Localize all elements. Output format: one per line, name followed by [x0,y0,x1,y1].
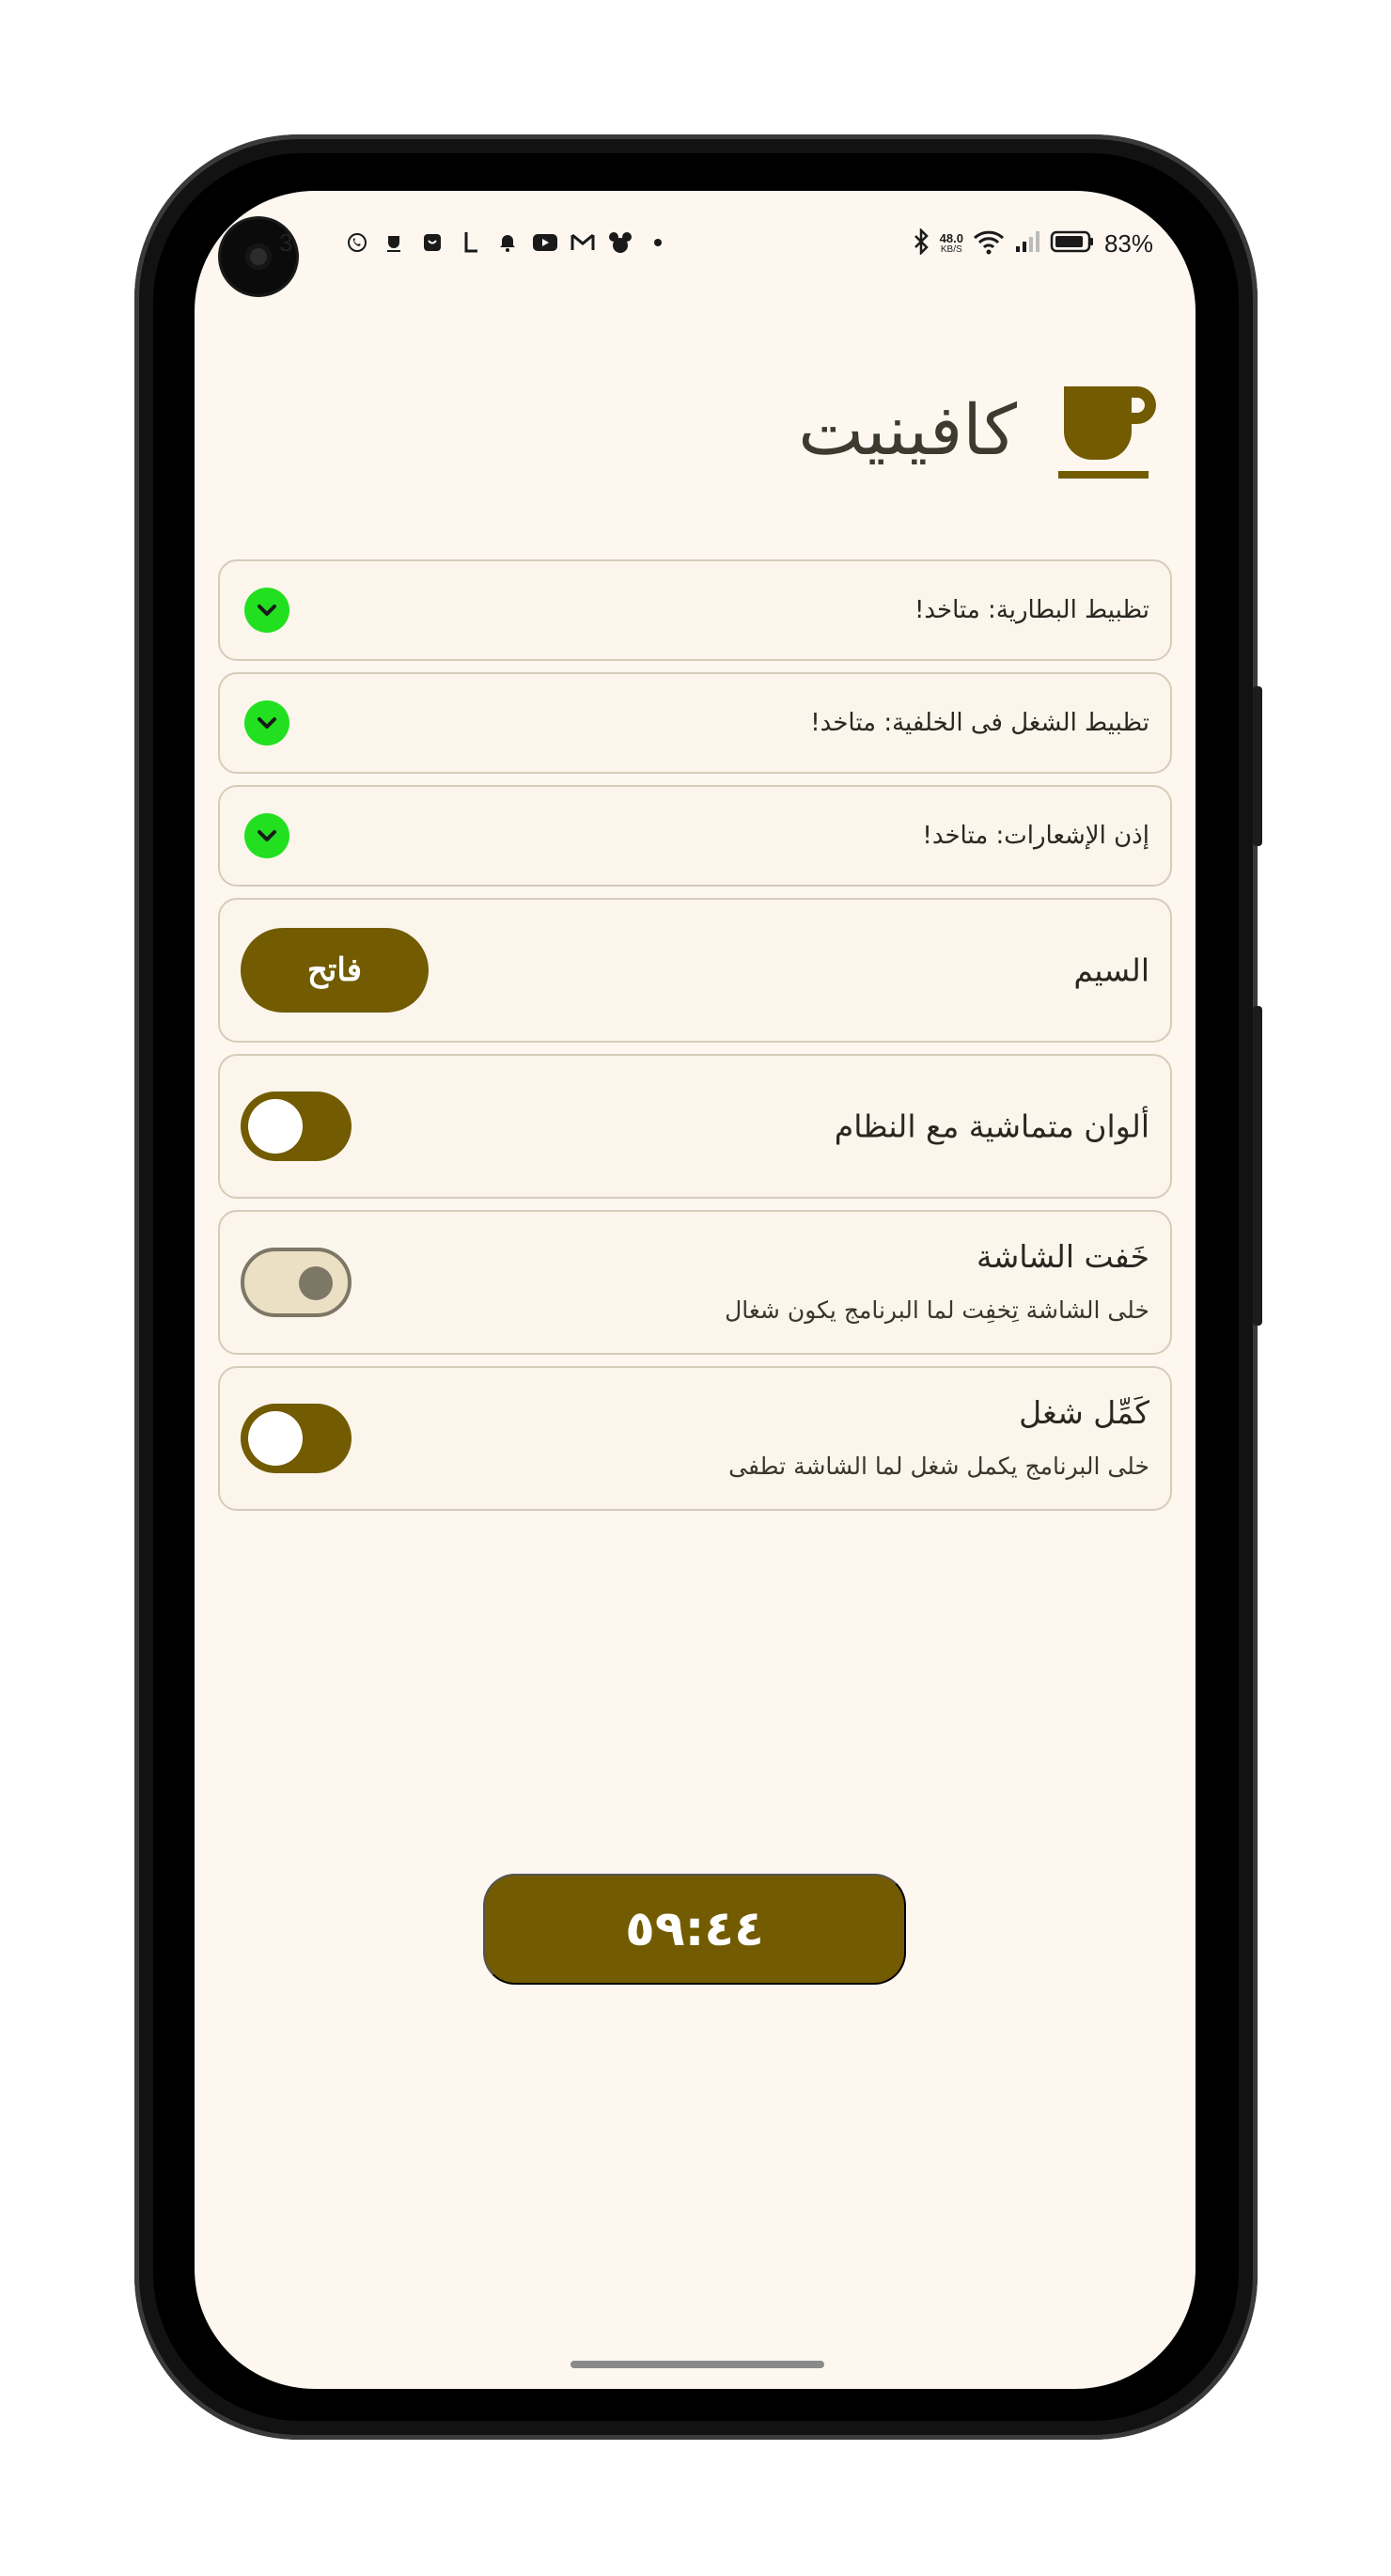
app-screen: 3 48.0 KB/S 83% كافينيت تظبيط البطارية: … [195,191,1196,2389]
more-notifications-dot-icon [646,230,670,255]
alarm-icon [495,230,520,255]
theme-light-button[interactable]: فاتح [241,928,429,1013]
cup-notification-icon [383,230,407,255]
dim-screen-toggle[interactable] [241,1248,352,1317]
theme-label: السيم [1073,951,1149,989]
battery-optimization-label: تظبيط البطارية: متاخد! [914,596,1149,624]
check-icon [244,588,289,633]
dynamic-colors-toggle[interactable] [241,1092,352,1161]
youtube-icon [533,230,557,255]
dynamic-colors-setting[interactable]: ألوان متماشية مع النظام [218,1054,1172,1199]
app-header: كافينيت [798,379,1158,482]
power-button [1253,1006,1262,1326]
battery-icon [1050,229,1095,259]
keep-running-toggle[interactable] [241,1404,352,1473]
toggle-knob [299,1266,333,1300]
check-icon [244,700,289,746]
dim-screen-subtitle: خلى الشاشة تِخفِت لما البرنامج يكون شغال [725,1296,1149,1324]
notification-permission-label: إذن الإشعارات: متاخد! [922,822,1149,850]
notification-permission-status: إذن الإشعارات: متاخد! [218,785,1172,887]
network-speed-value: 48.0 [939,230,963,245]
mickey-icon [608,230,633,255]
keep-running-setting[interactable]: كَمِّل شغل خلى البرنامج يكمل شغل لما الش… [218,1366,1172,1511]
status-time: 3 [279,228,293,257]
check-icon [244,813,289,858]
home-indicator[interactable] [570,2361,824,2368]
notification-icons [345,230,670,255]
gmail-icon [570,230,595,255]
coffee-cup-icon [1058,386,1156,479]
network-speed: 48.0 KB/S [939,230,963,256]
theme-setting: السيم فاتح [218,898,1172,1043]
network-speed-unit: KB/S [940,243,962,255]
l-app-icon [458,230,482,255]
system-icons: 48.0 KB/S 83% [912,227,1153,259]
signal-icon [1014,229,1040,259]
background-work-label: تظبيط الشغل فى الخلفية: متاخد! [810,709,1149,737]
wifi-icon [973,228,1005,259]
keep-running-subtitle: خلى البرنامج يكمل شغل لما الشاشة تطفى [728,1453,1149,1480]
app-title: كافينيت [798,390,1017,471]
volume-button [1253,686,1262,846]
bluetooth-icon [912,227,930,259]
whatsapp-icon [345,230,369,255]
background-work-status: تظبيط الشغل فى الخلفية: متاخد! [218,672,1172,774]
dynamic-colors-label: ألوان متماشية مع النظام [834,1107,1149,1145]
timer-button[interactable]: ٥٩:٤٤ [483,1874,906,1985]
dim-screen-setting[interactable]: خَفت الشاشة خلى الشاشة تِخفِت لما البرنا… [218,1210,1172,1355]
dim-screen-title: خَفت الشاشة [976,1238,1149,1275]
keep-running-title: كَمِّل شغل [1019,1394,1149,1431]
battery-percent: 83% [1103,229,1153,258]
shopping-bag-icon [420,230,445,255]
toggle-knob [248,1411,303,1466]
toggle-knob [248,1099,303,1154]
battery-optimization-status: تظبيط البطارية: متاخد! [218,559,1172,661]
